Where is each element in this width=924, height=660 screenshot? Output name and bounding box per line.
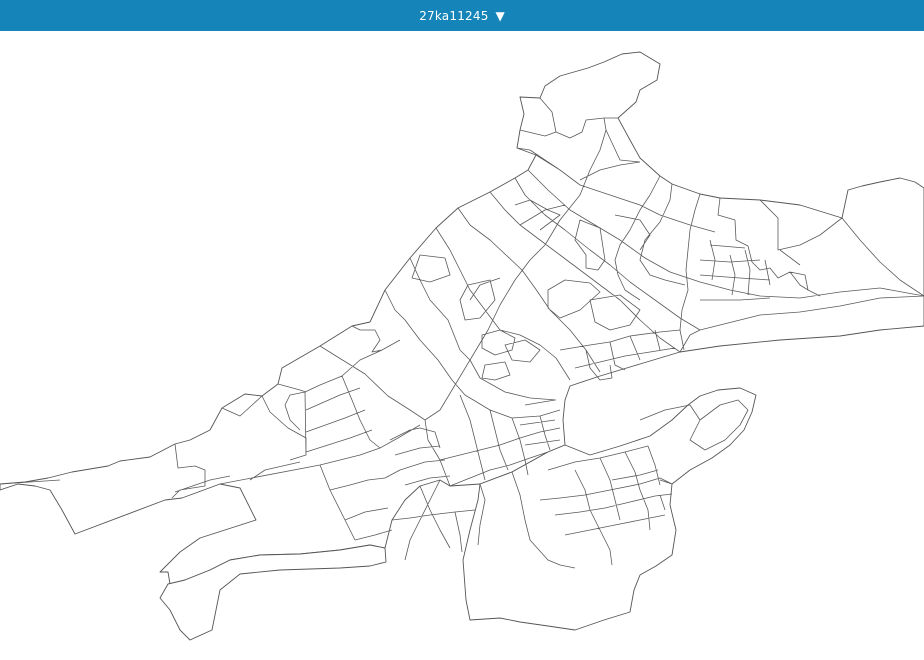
- area-code-label: 27ka11245: [419, 8, 489, 23]
- map-canvas: [0, 51, 924, 641]
- area-selector-dropdown[interactable]: 27ka11245 ▼: [0, 0, 924, 31]
- district-boundary-map[interactable]: [0, 31, 924, 660]
- region-outline-north: [0, 51, 924, 585]
- caret-down-icon: ▼: [495, 8, 505, 23]
